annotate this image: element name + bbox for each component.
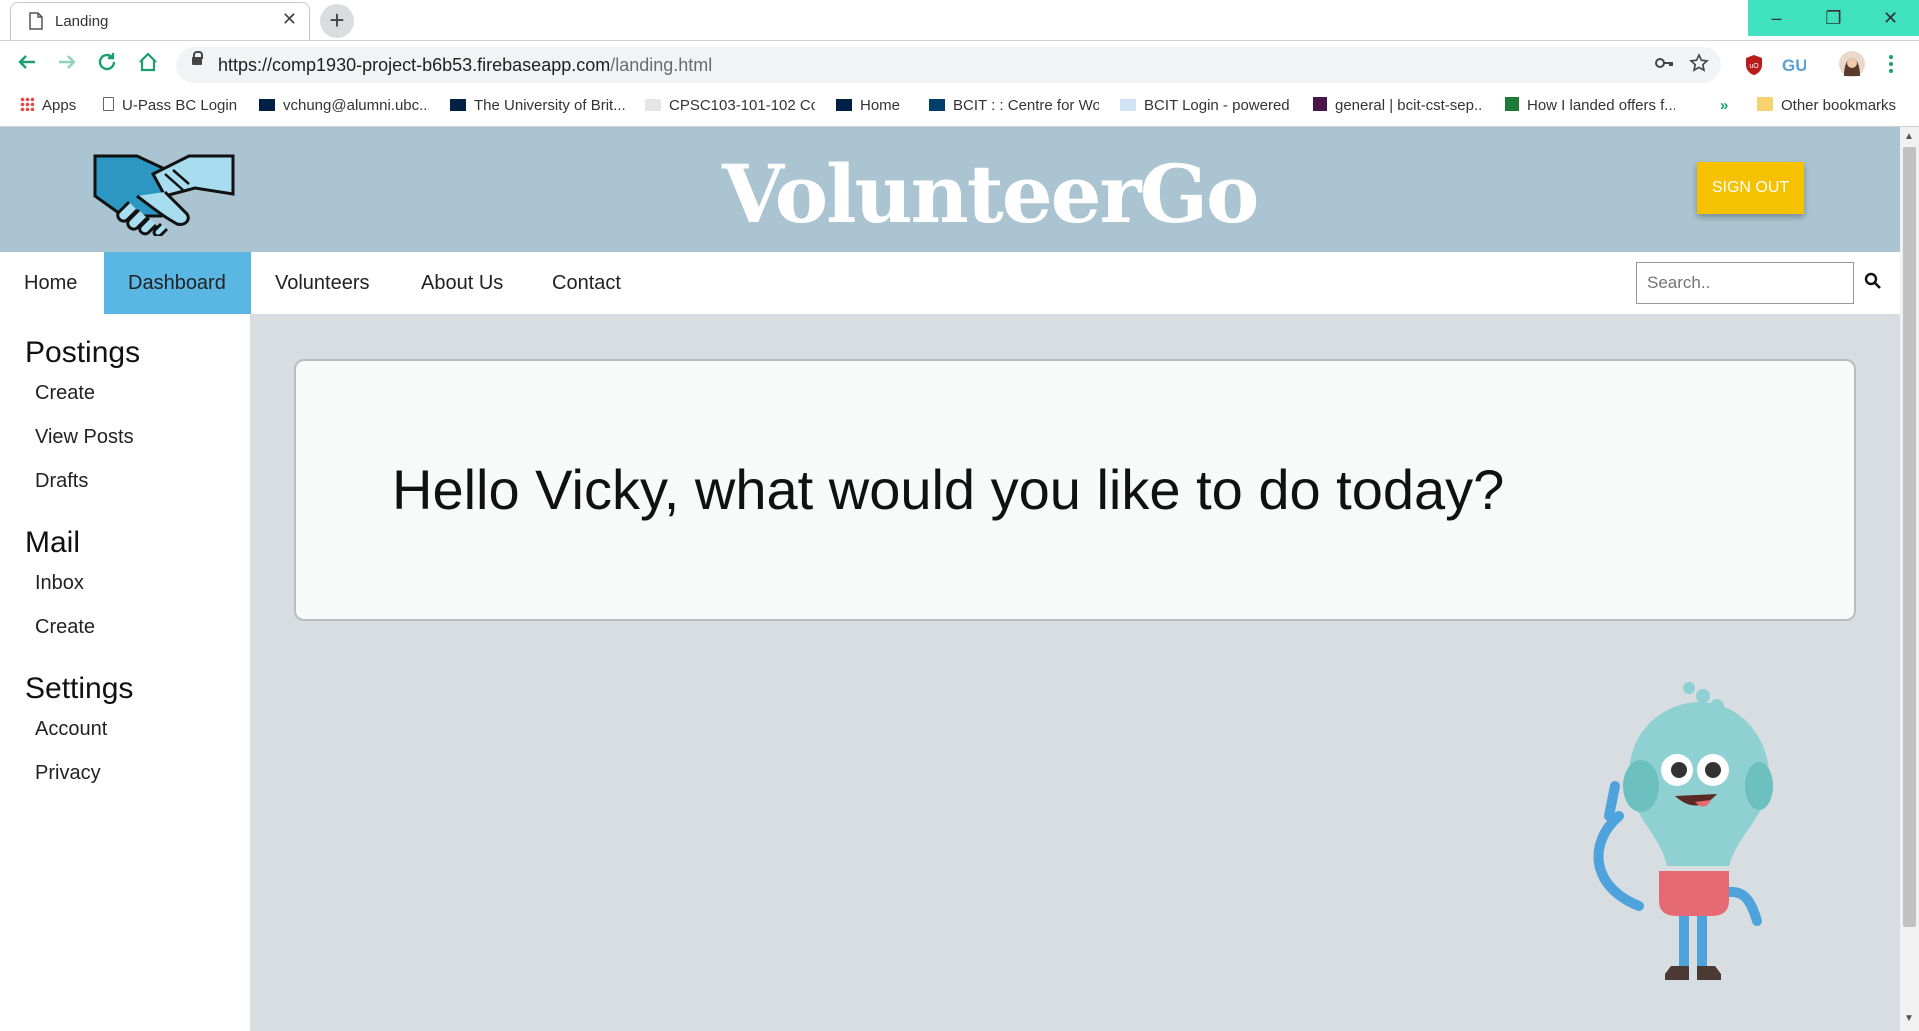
address-bar[interactable]: https://comp1930-project-b6b53.firebasea… [176,47,1721,83]
site-header: VolunteerGo SIGN OUT [0,127,1900,252]
bcit-icon [929,99,945,111]
svg-text:GU: GU [1782,56,1806,75]
apps-grid-icon [20,97,34,111]
chrome-menu-icon[interactable] [1888,54,1894,79]
sidebar-item-create-posting[interactable]: Create [35,382,95,405]
bookmark-bcit-centre[interactable]: BCIT : : Centre for Wo... [929,97,1099,114]
sidebar: Postings Create View Posts Drafts Mail I… [0,314,250,1031]
nav-volunteers[interactable]: Volunteers [251,252,394,314]
folder-icon [1757,97,1773,111]
bookmark-cpsc103[interactable]: CPSC103-101-102 Co... [645,97,815,114]
ubc-icon [836,99,852,111]
sidebar-item-privacy[interactable]: Privacy [35,762,101,785]
other-bookmarks[interactable]: Other bookmarks [1757,97,1896,114]
scrollbar-thumb[interactable] [1903,147,1916,927]
home-icon[interactable] [137,51,159,79]
profile-avatar[interactable] [1838,50,1866,83]
restore-button[interactable]: ❐ [1805,0,1862,36]
top-navigation: Home Dashboard Volunteers About Us Conta… [0,252,1900,314]
nav-contact[interactable]: Contact [528,252,645,314]
url-text: https://comp1930-project-b6b53.firebasea… [218,55,713,75]
main-content: Hello Vicky, what would you like to do t… [250,314,1900,1031]
close-tab-icon[interactable]: ✕ [282,9,297,30]
bcit-icon [1120,99,1136,111]
key-icon[interactable] [1654,53,1674,79]
sidebar-heading-postings: Postings [25,336,141,369]
bookmark-upass[interactable]: U-Pass BC Login [103,97,237,114]
sidebar-item-view-posts[interactable]: View Posts [35,426,134,449]
sign-out-button[interactable]: SIGN OUT [1697,162,1804,214]
bookmark-apps[interactable]: Apps [20,97,76,114]
edx-icon [645,99,661,111]
bookmarks-overflow-chevron[interactable]: » [1720,97,1728,114]
bookmark-site-icon [1505,97,1519,111]
document-icon [103,97,114,111]
document-icon [29,12,43,35]
lightbulb-mascot-icon [1579,666,1789,1001]
close-window-button[interactable]: ✕ [1862,0,1919,36]
sidebar-item-inbox[interactable]: Inbox [35,572,84,595]
ublock-extension-icon[interactable]: uO [1744,54,1764,81]
tab-title: Landing [55,13,109,30]
slack-icon [1313,97,1327,111]
lock-icon [192,51,203,65]
browser-tab[interactable]: Landing ✕ [10,2,310,40]
bookmark-ubc[interactable]: The University of Brit... [450,97,625,114]
search-icon[interactable] [1864,272,1882,295]
star-icon[interactable] [1689,53,1709,79]
page-scrollbar[interactable]: ▲ ▼ [1900,127,1919,1031]
bookmark-offers[interactable]: How I landed offers f... [1505,97,1675,114]
brand-title[interactable]: VolunteerGo [722,147,1259,241]
bookmarks-bar: Apps U-Pass BC Login vchung@alumni.ubc..… [0,88,1919,127]
bookmark-slack-general[interactable]: general | bcit-cst-sep... [1313,97,1483,114]
back-icon[interactable] [16,51,38,79]
nav-dashboard[interactable]: Dashboard [104,252,251,314]
bookmark-bcit-login[interactable]: BCIT Login - powered... [1120,97,1290,114]
minimize-button[interactable]: – [1748,0,1805,36]
sidebar-item-account[interactable]: Account [35,718,107,741]
forward-icon[interactable] [56,51,78,79]
sidebar-heading-mail: Mail [25,526,81,559]
gu-extension-icon[interactable]: GU [1782,54,1808,81]
sidebar-heading-settings: Settings [25,672,134,705]
search-input[interactable] [1636,262,1854,304]
greeting-text: Hello Vicky, what would you like to do t… [392,458,1505,521]
new-tab-button[interactable]: + [320,4,354,38]
ubc-icon [259,99,275,111]
browser-toolbar: https://comp1930-project-b6b53.firebasea… [0,40,1919,89]
scroll-down-arrow-icon[interactable]: ▼ [1904,1013,1914,1024]
browser-tabstrip: Landing ✕ + – ❐ ✕ [0,0,1919,40]
svg-text:uO: uO [1749,63,1759,70]
bookmark-ubc-alumni[interactable]: vchung@alumni.ubc... [259,97,429,114]
handshake-logo-icon[interactable] [93,144,235,241]
sidebar-item-create-mail[interactable]: Create [35,616,95,639]
scroll-up-arrow-icon[interactable]: ▲ [1904,131,1914,142]
sidebar-item-drafts[interactable]: Drafts [35,470,88,493]
greeting-card: Hello Vicky, what would you like to do t… [294,359,1856,621]
bookmark-home[interactable]: Home [836,97,900,114]
ubc-icon [450,99,466,111]
nav-about-us[interactable]: About Us [397,252,527,314]
reload-icon[interactable] [96,51,118,79]
nav-home[interactable]: Home [0,252,101,314]
